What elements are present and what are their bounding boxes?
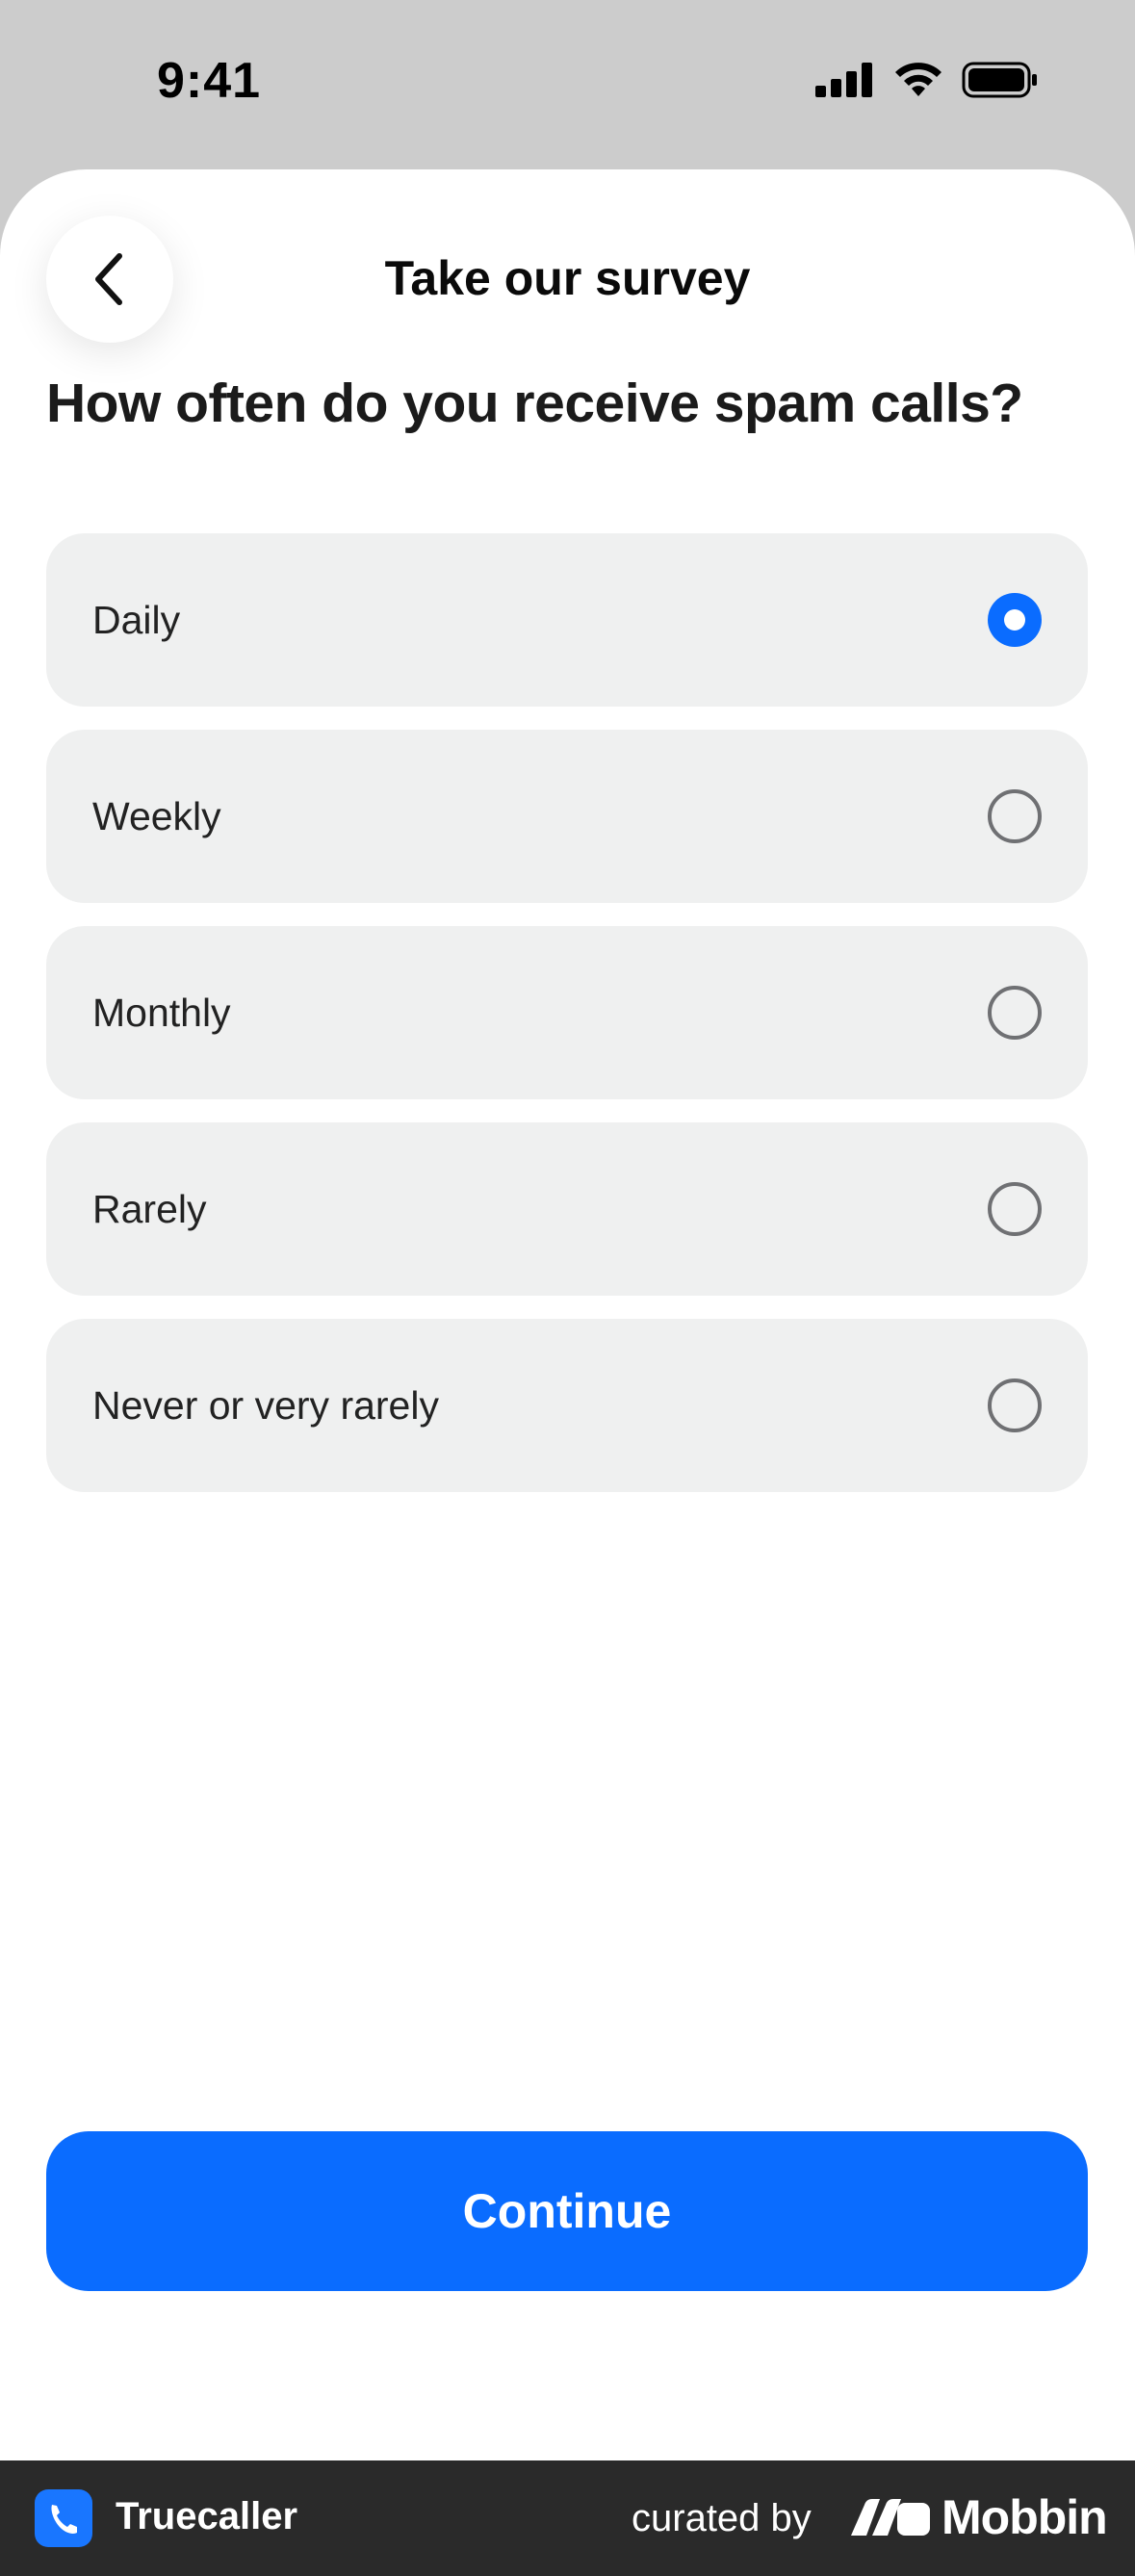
radio-unselected[interactable] (988, 986, 1042, 1040)
option-never[interactable]: Never or very rarely (46, 1319, 1088, 1492)
survey-sheet: Take our survey How often do you receive… (0, 169, 1135, 2460)
option-label: Rarely (92, 1186, 207, 1231)
truecaller-logo-icon (35, 2489, 92, 2547)
survey-question: How often do you receive spam calls? (46, 373, 1023, 434)
page-title: Take our survey (384, 251, 751, 305)
option-label: Daily (92, 597, 181, 642)
option-label: Monthly (92, 990, 231, 1035)
brand-name: Mobbin (942, 2490, 1108, 2544)
status-time: 9:41 (157, 53, 262, 109)
status-icons (815, 62, 1039, 98)
option-weekly[interactable]: Weekly (46, 730, 1088, 903)
signal-icon (815, 63, 872, 97)
footer-bar: Truecaller curated by Mobbin (0, 2460, 1135, 2576)
option-label: Never or very rarely (92, 1382, 439, 1428)
option-rarely[interactable]: Rarely (46, 1122, 1088, 1296)
continue-button[interactable]: Continue (46, 2131, 1088, 2291)
option-label: Weekly (92, 793, 221, 838)
radio-selected[interactable] (988, 593, 1042, 647)
wifi-icon (895, 63, 942, 96)
mobbin-logo-icon (851, 2499, 930, 2536)
radio-unselected[interactable] (988, 1182, 1042, 1236)
radio-unselected[interactable] (988, 1378, 1042, 1432)
battery-icon (962, 62, 1037, 98)
option-monthly[interactable]: Monthly (46, 926, 1088, 1099)
status-bar: 9:41 (0, 0, 1135, 169)
curated-by-label: curated by (632, 2497, 812, 2539)
option-daily[interactable]: Daily (46, 533, 1088, 707)
radio-unselected[interactable] (988, 789, 1042, 843)
app-name: Truecaller (116, 2495, 298, 2537)
options-list: Daily Weekly Monthly Rarely Never or ver… (46, 533, 1088, 1515)
